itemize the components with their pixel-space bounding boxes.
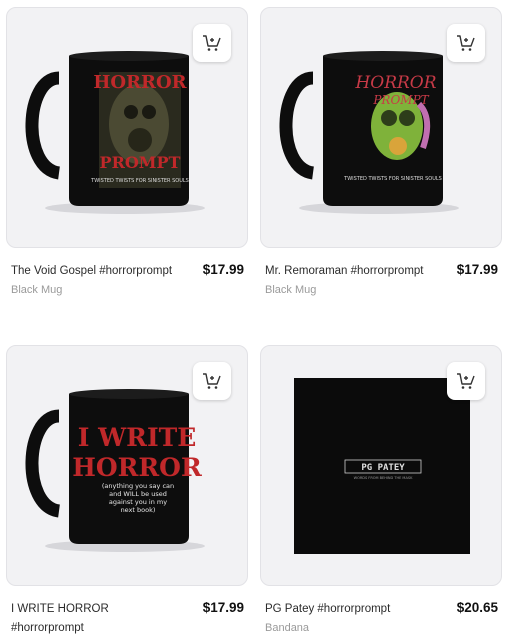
add-to-cart-icon: [203, 35, 221, 51]
product-price: $17.99: [202, 262, 244, 277]
art-line2: PROMPT: [100, 153, 181, 172]
product-image[interactable]: PG PATEY WORDS FROM BEHIND THE MASK: [260, 345, 502, 586]
product-image[interactable]: HORROR PROMPT TWISTED TWISTS FOR SINISTE…: [260, 7, 502, 248]
add-to-cart-button[interactable]: [193, 24, 231, 62]
product-card[interactable]: I WRITE HORROR (anything you say can and…: [6, 345, 248, 638]
art-line2: HORROR: [72, 453, 202, 482]
art-line1: PG PATEY: [361, 463, 405, 473]
product-type: Black Mug: [11, 284, 63, 296]
art-line1: HORROR: [93, 72, 187, 93]
art-tagline: (anything you say can and WILL be used a…: [101, 482, 175, 514]
art-tagline: WORDS FROM BEHIND THE MASK: [354, 476, 413, 480]
art-tagline: TWISTED TWISTS FOR SINISTER SOULS: [343, 176, 442, 182]
product-type: Bandana: [265, 622, 310, 634]
product-image[interactable]: HORROR PROMPT TWISTED TWISTS FOR SINISTE…: [6, 7, 248, 248]
add-to-cart-button[interactable]: [447, 362, 485, 400]
add-to-cart-button[interactable]: [193, 362, 231, 400]
art-line1: I WRITE: [78, 423, 197, 452]
art-line2: PROMPT: [372, 93, 429, 107]
product-title[interactable]: I WRITE HORROR #horrorprompt: [11, 600, 181, 638]
add-to-cart-button[interactable]: [447, 24, 485, 62]
product-card[interactable]: HORROR PROMPT TWISTED TWISTS FOR SINISTE…: [260, 7, 502, 296]
product-card[interactable]: HORROR PROMPT TWISTED TWISTS FOR SINISTE…: [6, 7, 248, 296]
add-to-cart-icon: [457, 35, 475, 51]
art-line1: HORROR: [354, 73, 436, 93]
product-title[interactable]: The Void Gospel #horrorprompt: [11, 262, 181, 281]
product-card[interactable]: PG PATEY WORDS FROM BEHIND THE MASK PG P…: [260, 345, 502, 634]
add-to-cart-icon: [457, 373, 475, 389]
product-title[interactable]: Mr. Remoraman #horrorprompt: [265, 262, 435, 281]
add-to-cart-icon: [203, 373, 221, 389]
art-tagline: TWISTED TWISTS FOR SINISTER SOULS: [90, 178, 189, 184]
product-title[interactable]: PG Patey #horrorprompt: [265, 600, 435, 619]
product-price: $17.99: [202, 600, 244, 615]
product-image[interactable]: I WRITE HORROR (anything you say can and…: [6, 345, 248, 586]
product-price: $20.65: [456, 600, 498, 615]
product-price: $17.99: [456, 262, 498, 277]
product-type: Black Mug: [265, 284, 317, 296]
